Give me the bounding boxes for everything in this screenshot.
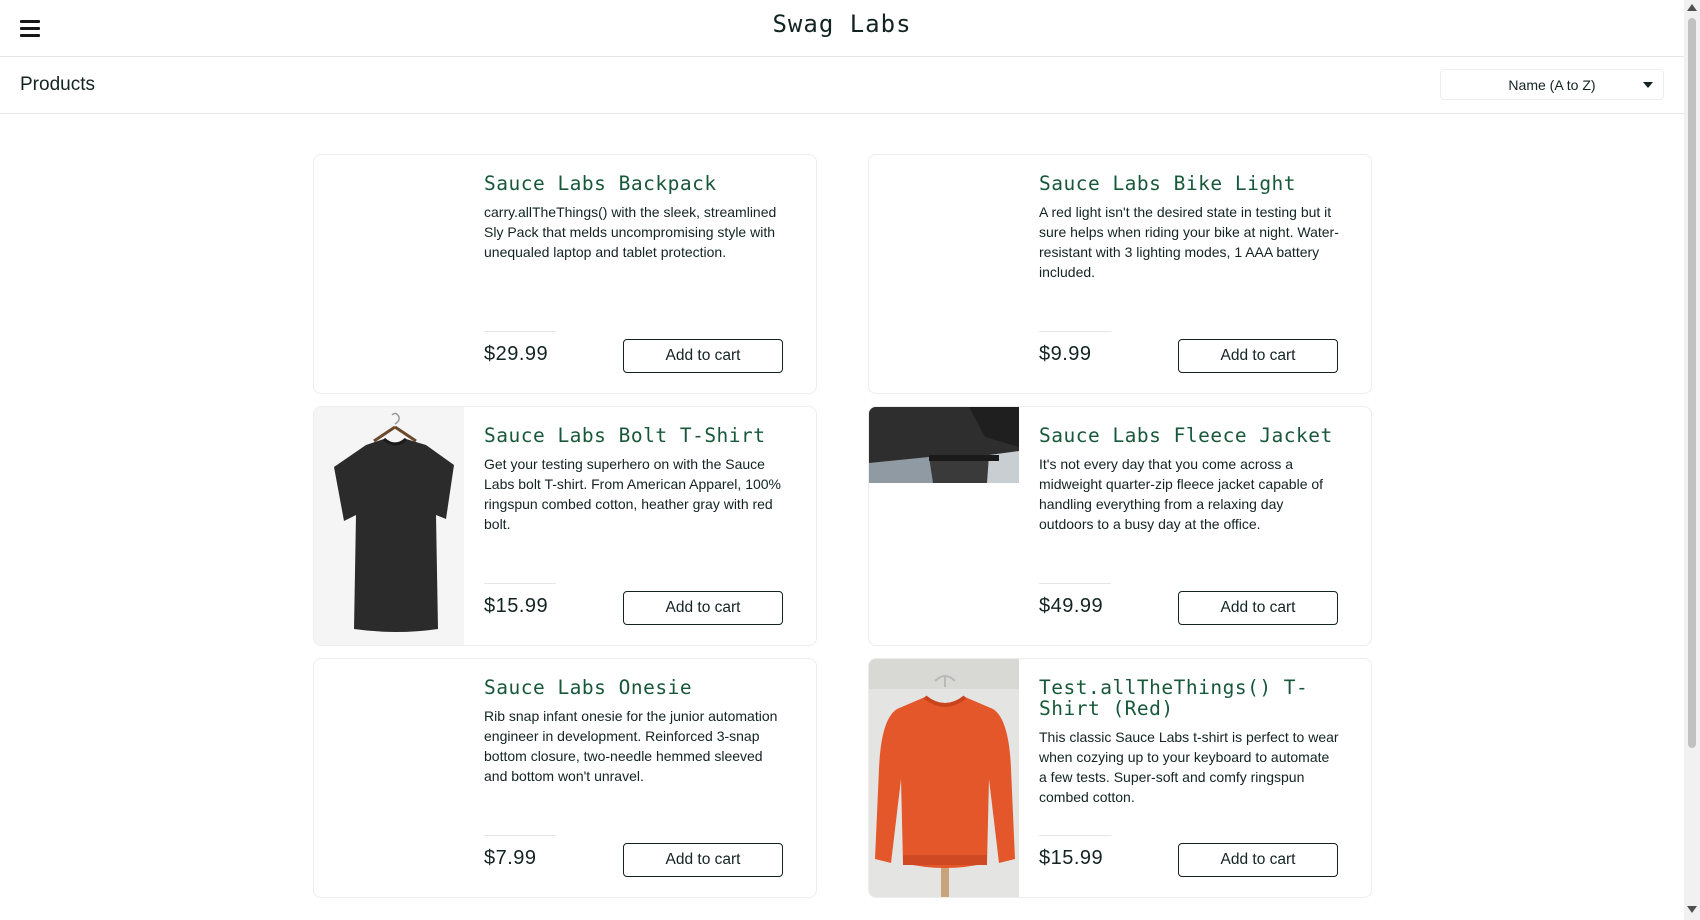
product-name-link[interactable]: Sauce Labs Onesie: [484, 677, 784, 698]
inventory-item: Sauce Labs Bolt T-Shirt Get your testing…: [313, 406, 817, 646]
divider: [484, 583, 556, 584]
inventory-item: Test.allTheThings() T-Shirt (Red) This c…: [868, 658, 1372, 898]
fleece-jacket-image: [869, 407, 1019, 483]
product-image[interactable]: [314, 407, 464, 645]
product-description: It's not every day that you come across …: [1039, 456, 1324, 532]
scroll-down-arrow-icon[interactable]: [1687, 906, 1697, 913]
red-sweatshirt-image: [869, 659, 1019, 897]
sort-dropdown[interactable]: Name (A to Z): [1440, 69, 1664, 100]
divider: [484, 835, 556, 836]
black-tshirt-image: [314, 407, 464, 645]
product-image[interactable]: [869, 659, 1019, 897]
app-logo: Swag Labs: [772, 10, 912, 38]
inventory-item: Sauce Labs Bike Light A red light isn't …: [868, 154, 1372, 394]
product-description: A red light isn't the desired state in t…: [1039, 204, 1339, 280]
divider: [1039, 331, 1111, 332]
divider: [1039, 835, 1111, 836]
add-to-cart-button[interactable]: Add to cart: [623, 339, 783, 373]
add-to-cart-button[interactable]: Add to cart: [623, 843, 783, 877]
secondary-header: Products Name (A to Z): [0, 57, 1684, 114]
scroll-up-arrow-icon[interactable]: [1687, 4, 1697, 11]
sort-selected-label: Name (A to Z): [1508, 76, 1596, 93]
page-title: Products: [20, 74, 95, 95]
product-name-link[interactable]: Sauce Labs Backpack: [484, 173, 784, 194]
divider: [484, 331, 556, 332]
product-name-link[interactable]: Sauce Labs Bike Light: [1039, 173, 1339, 194]
inventory-item: Sauce Labs Backpack carry.allTheThings()…: [313, 154, 817, 394]
product-description: Get your testing superhero on with the S…: [484, 456, 781, 532]
chevron-down-icon: [1643, 82, 1653, 88]
product-price: $49.99: [1039, 595, 1104, 617]
product-description: This classic Sauce Labs t-shirt is perfe…: [1039, 729, 1339, 805]
product-image[interactable]: [314, 659, 464, 897]
product-price: $9.99: [1039, 343, 1092, 365]
divider: [1039, 583, 1111, 584]
product-description: carry.allTheThings() with the sleek, str…: [484, 204, 777, 260]
inventory-item: Sauce Labs Fleece Jacket It's not every …: [868, 406, 1372, 646]
product-image[interactable]: [869, 407, 1019, 645]
product-price: $7.99: [484, 847, 537, 869]
product-price: $15.99: [1039, 847, 1104, 869]
add-to-cart-button[interactable]: Add to cart: [1178, 339, 1338, 373]
product-name-link[interactable]: Sauce Labs Bolt T-Shirt: [484, 425, 784, 446]
product-price: $29.99: [484, 343, 549, 365]
inventory-item: Sauce Labs Onesie Rib snap infant onesie…: [313, 658, 817, 898]
header-bar: Swag Labs: [0, 0, 1684, 57]
add-to-cart-button[interactable]: Add to cart: [623, 591, 783, 625]
add-to-cart-button[interactable]: Add to cart: [1178, 591, 1338, 625]
product-name-link[interactable]: Test.allTheThings() T-Shirt (Red): [1039, 677, 1339, 719]
product-image[interactable]: [314, 155, 464, 393]
product-image[interactable]: [869, 155, 1019, 393]
product-description: Rib snap infant onesie for the junior au…: [484, 708, 778, 784]
scrollbar-thumb[interactable]: [1688, 18, 1696, 748]
product-name-link[interactable]: Sauce Labs Fleece Jacket: [1039, 425, 1339, 446]
add-to-cart-button[interactable]: Add to cart: [1178, 843, 1338, 877]
product-price: $15.99: [484, 595, 549, 617]
